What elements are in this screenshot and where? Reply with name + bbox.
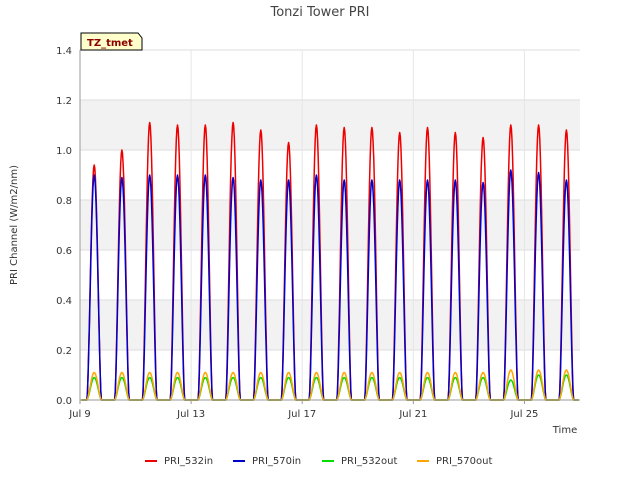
y-tick-label: 1.0 bbox=[56, 146, 72, 157]
x-tick-label: Jul 21 bbox=[398, 409, 427, 420]
x-tick-label: Jul 25 bbox=[509, 409, 538, 420]
x-tick-label: Jul 9 bbox=[68, 409, 91, 420]
y-tick-label: 0.4 bbox=[56, 296, 72, 307]
x-axis-ticks: Jul 9 Jul 13 Jul 17 Jul 21 Jul 25 bbox=[68, 400, 538, 420]
legend-label: PRI_532out bbox=[341, 456, 397, 467]
background-band bbox=[80, 50, 580, 100]
y-tick-label: 1.2 bbox=[56, 96, 72, 107]
y-tick-label: 0.6 bbox=[56, 246, 72, 257]
chart: 0.00.20.40.60.81.01.21.4 Jul 9 Jul 13 Jul … bbox=[9, 5, 580, 467]
y-axis-title: PRI Channel (W/m2/nm) bbox=[9, 165, 20, 285]
background-band bbox=[80, 250, 580, 300]
y-tick-label: 1.4 bbox=[56, 46, 72, 57]
legend-label: PRI_532in bbox=[164, 456, 213, 467]
x-axis-title: Time bbox=[552, 425, 577, 436]
legend-label: PRI_570in bbox=[252, 456, 301, 467]
y-axis-ticks: 0.0 0.2 0.4 0.6 0.8 1.0 1.2 1.4 bbox=[56, 46, 72, 407]
y-tick-label: 0.8 bbox=[56, 196, 72, 207]
background-band bbox=[80, 100, 580, 150]
background-band bbox=[80, 200, 580, 250]
site-tag: TZ_tmet bbox=[80, 32, 143, 51]
y-tick-label: 0.0 bbox=[56, 396, 72, 407]
legend: PRI_532in PRI_570in PRI_532out PRI_570out bbox=[145, 456, 492, 467]
x-tick-label: Jul 13 bbox=[176, 409, 205, 420]
background-band bbox=[80, 150, 580, 200]
y-tick-label: 0.2 bbox=[56, 346, 72, 357]
site-tag-label: TZ_tmet bbox=[87, 38, 133, 49]
legend-label: PRI_570out bbox=[436, 456, 492, 467]
x-tick-label: Jul 17 bbox=[287, 409, 316, 420]
chart-title: Tonzi Tower PRI bbox=[270, 5, 370, 20]
